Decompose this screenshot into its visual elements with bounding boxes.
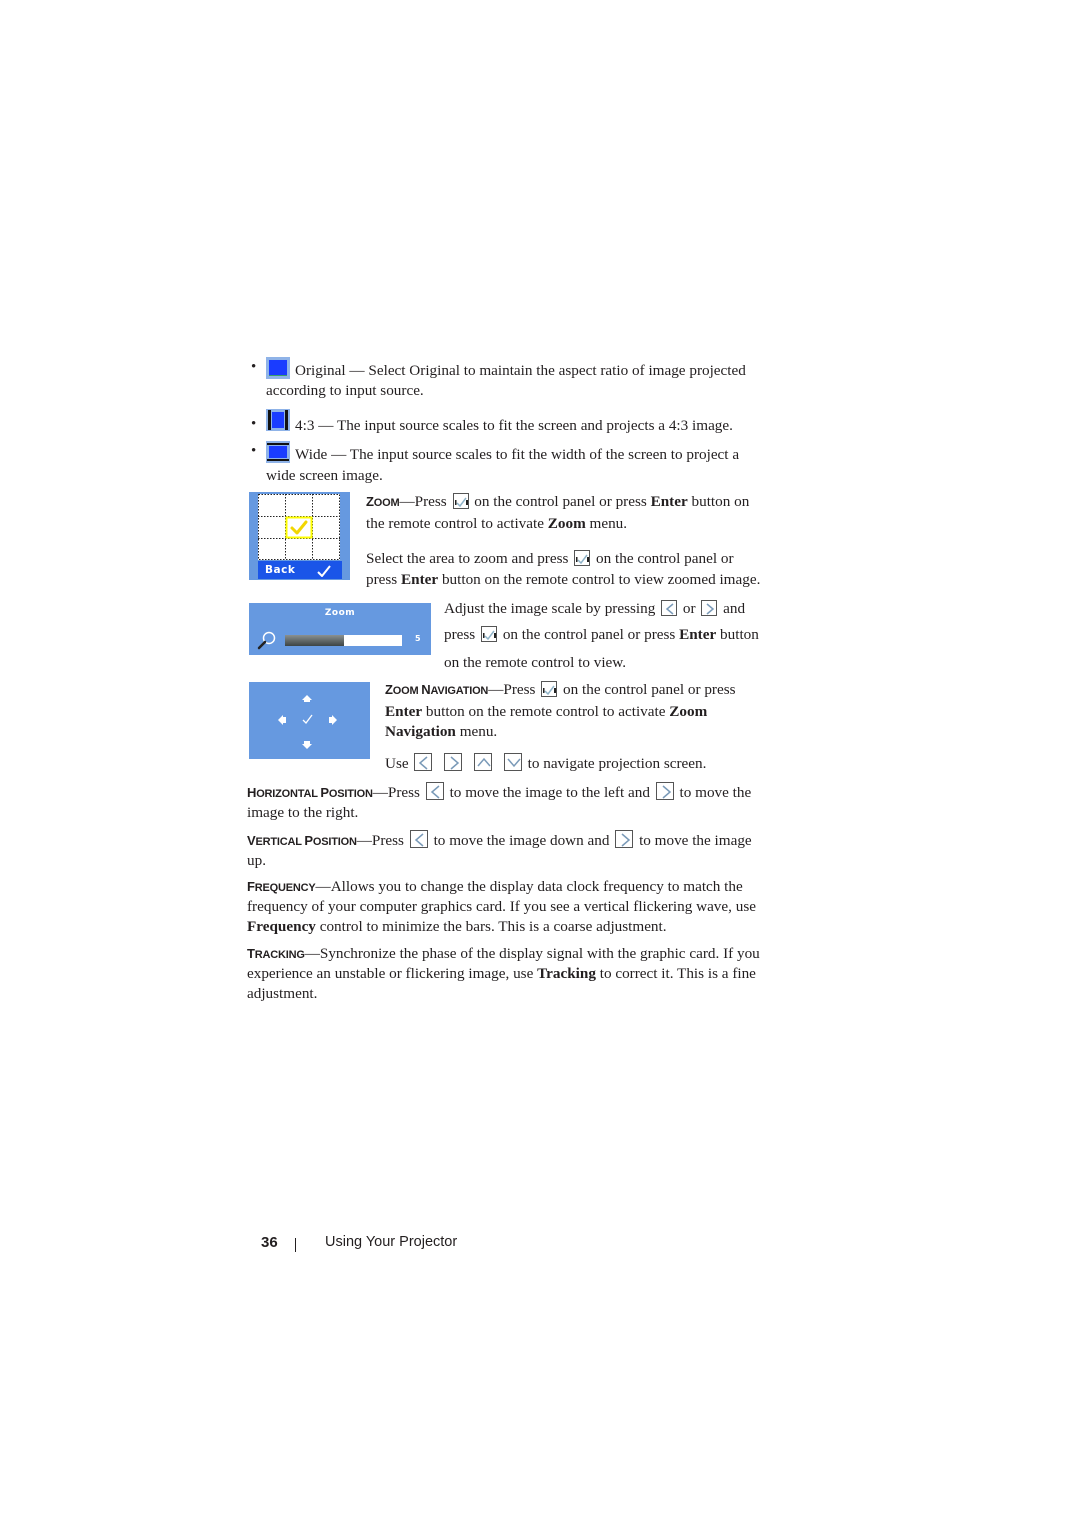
zoom-area-osd: Back bbox=[249, 492, 350, 580]
footer-separator bbox=[295, 1238, 296, 1252]
zoom-navigation-line1: ZOOM NAVIGATION—Press on the control pan… bbox=[385, 681, 736, 698]
tracking-line2: experience an unstable or flickering ima… bbox=[247, 965, 756, 982]
aspect-option-4-3-text: 4:3 — The input source scales to fit the… bbox=[266, 409, 733, 436]
left-arrow-key-icon bbox=[661, 600, 678, 616]
bullet: • bbox=[251, 443, 257, 459]
aspect-option-4-3: • bbox=[251, 414, 256, 434]
left-arrow-key-icon bbox=[425, 782, 444, 800]
check-icon bbox=[302, 714, 313, 724]
aspect-option-original: • bbox=[251, 357, 256, 377]
zoom-navigation-heading: ZOOM NAVIGATION bbox=[385, 682, 489, 697]
right-arrow-icon bbox=[329, 715, 337, 725]
zoom-navigation-line2: Enter button on the remote control to ac… bbox=[385, 703, 708, 720]
bullet: • bbox=[251, 416, 257, 432]
tracking-line3: adjustment. bbox=[247, 985, 318, 1002]
back-button[interactable]: Back bbox=[265, 564, 295, 576]
frequency-line2: frequency of your computer graphics card… bbox=[247, 898, 756, 915]
navigation-arrows bbox=[278, 695, 337, 749]
frequency-heading: FREQUENCY bbox=[247, 879, 316, 894]
enter-check-key-icon bbox=[574, 550, 591, 566]
horizontal-position-heading: HORIZONTAL POSITION bbox=[247, 785, 373, 800]
zoom-navigation-osd bbox=[249, 682, 370, 759]
zoom-scale-line2: press on the control panel or press Ente… bbox=[444, 626, 759, 643]
right-arrow-key-icon bbox=[655, 782, 674, 800]
frequency-line1: FREQUENCY—Allows you to change the displ… bbox=[247, 878, 743, 895]
tracking-heading: TRACKING bbox=[247, 946, 305, 961]
enter-check-key-icon bbox=[481, 626, 498, 642]
zoom-navigation-line3: Navigation menu. bbox=[385, 723, 498, 740]
zoom-scale-line1: Adjust the image scale by pressing or an… bbox=[444, 600, 746, 617]
left-arrow-key-icon bbox=[414, 753, 433, 771]
tracking-line1: TRACKING—Synchronize the phase of the di… bbox=[247, 945, 760, 962]
frequency-line3: Frequency control to minimize the bars. … bbox=[247, 918, 667, 935]
aspect-option-wide-text: Wide — The input source scales to fit th… bbox=[266, 441, 739, 465]
zoom-scale-line3: on the remote control to view. bbox=[444, 654, 627, 671]
zoom-heading: ZOOM bbox=[366, 494, 400, 509]
aspect-option-wide-line2: wide screen image. bbox=[266, 467, 383, 484]
zoom-scale-slider[interactable] bbox=[285, 635, 402, 646]
up-arrow-key-icon bbox=[474, 753, 493, 771]
zoom-scale-fill bbox=[285, 635, 344, 646]
aspect-4-3-icon bbox=[266, 409, 290, 431]
zoom-para-1-line1: ZOOM—Press on the control panel or press… bbox=[366, 493, 750, 510]
zoom-osd-title: Zoom bbox=[324, 608, 356, 618]
aspect-original-icon bbox=[266, 357, 290, 379]
zoom-scale-value: 5 bbox=[415, 634, 421, 643]
zoom-para-2-line2: press Enter button on the remote control… bbox=[366, 571, 761, 588]
footer-section-title: Using Your Projector bbox=[325, 1234, 458, 1250]
aspect-wide-icon bbox=[266, 441, 290, 463]
up-arrow-icon bbox=[302, 695, 312, 702]
horizontal-position-line1: HORIZONTAL POSITION—Press to move the im… bbox=[247, 782, 752, 801]
zoom-para-2-line1: Select the area to zoom and press on the… bbox=[366, 550, 734, 567]
aspect-option-wide: • bbox=[251, 441, 256, 461]
check-icon bbox=[317, 565, 331, 577]
aspect-option-original-line2: according to input source. bbox=[266, 382, 424, 399]
zoom-para-1-line2: the remote control to activate Zoom menu… bbox=[366, 515, 628, 532]
page-number: 36 bbox=[261, 1234, 278, 1251]
left-arrow-key-icon bbox=[409, 830, 428, 848]
horizontal-position-line2: image to the right. bbox=[247, 804, 359, 821]
vertical-position-heading: VERTICAL POSITION bbox=[247, 833, 357, 848]
down-arrow-key-icon bbox=[503, 753, 522, 771]
vertical-position-line2: up. bbox=[247, 852, 266, 869]
down-arrow-icon bbox=[302, 741, 312, 749]
aspect-option-original-text: Original — Select Original to maintain t… bbox=[266, 357, 746, 381]
magnifier-icon bbox=[257, 631, 276, 650]
right-arrow-key-icon bbox=[615, 830, 634, 848]
right-arrow-key-icon bbox=[444, 753, 463, 771]
enter-check-key-icon bbox=[541, 681, 558, 697]
zoom-navigation-use-line: Use to navigate projection screen. bbox=[385, 753, 707, 772]
right-arrow-key-icon bbox=[701, 600, 718, 616]
vertical-position-line1: VERTICAL POSITION—Press to move the imag… bbox=[247, 830, 752, 849]
enter-check-key-icon bbox=[452, 493, 469, 509]
left-arrow-icon bbox=[278, 715, 286, 725]
zoom-scale-osd: Zoom 5 bbox=[249, 603, 431, 655]
bullet: • bbox=[251, 359, 257, 375]
